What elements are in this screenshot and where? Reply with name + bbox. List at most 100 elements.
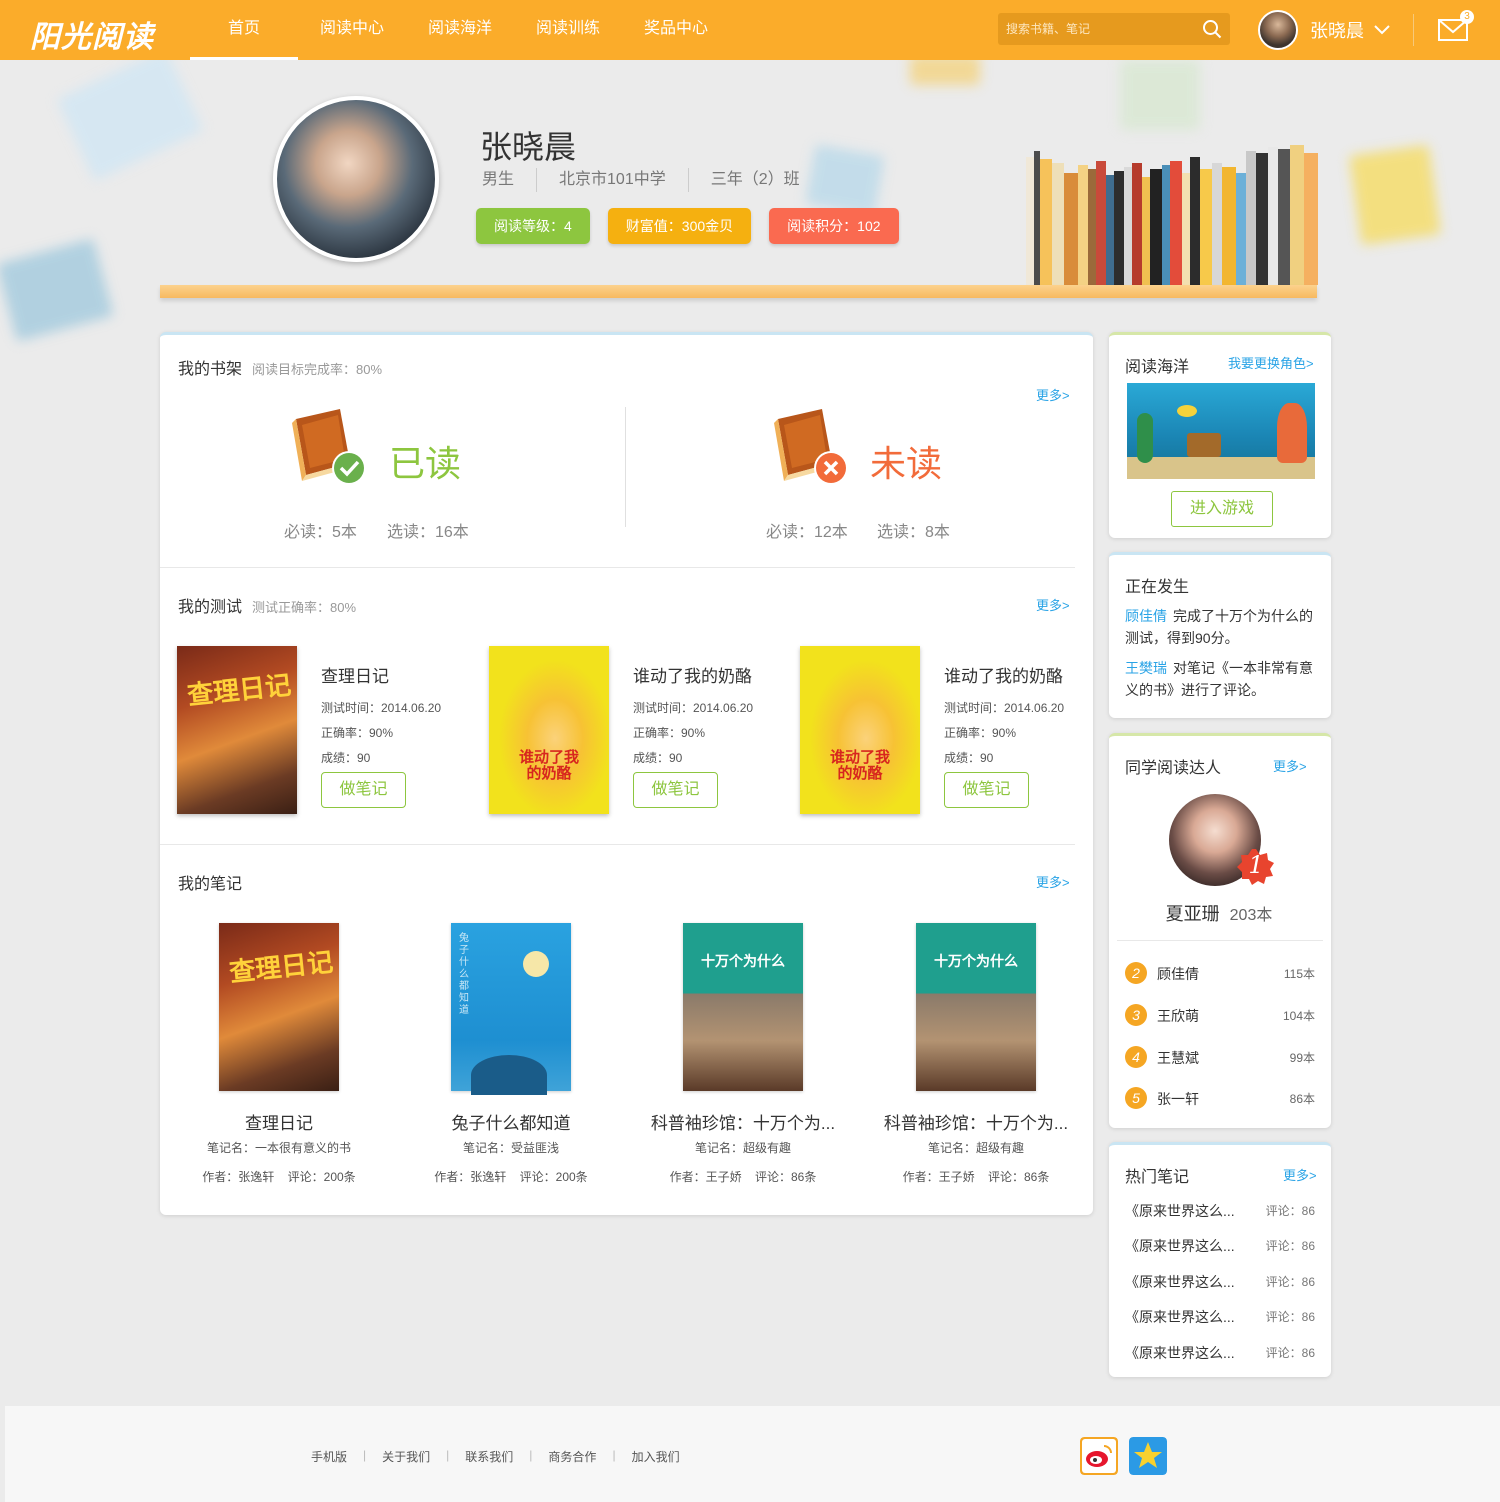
enter-game-button[interactable]: 进入游戏	[1171, 491, 1273, 527]
reader-count: 86本	[1289, 1092, 1315, 1106]
hot-notes-more-link[interactable]: 更多>	[1283, 1165, 1317, 1184]
book-cover-image[interactable]: 十万个为什么	[683, 923, 803, 1091]
nav-item-prize-center[interactable]: 奖品中心	[622, 0, 730, 60]
background-book	[1349, 144, 1441, 246]
footer-link-join[interactable]: 加入我们	[624, 1448, 688, 1465]
test-book-title[interactable]: 查理日记	[321, 662, 389, 687]
hot-notes-title: 热门笔记	[1125, 1169, 1190, 1186]
footer-link-contact[interactable]: 联系我们	[457, 1448, 521, 1465]
cover-title-text: 谁动了我的奶酪	[829, 749, 890, 782]
profile-avatar	[273, 96, 439, 262]
wealth-badge: 财富值：300金贝	[607, 208, 752, 244]
book-cover-image[interactable]: 谁动了我的奶酪	[489, 646, 609, 814]
search-icon[interactable]	[1202, 19, 1222, 39]
unread-required-count: 必读：12本	[766, 524, 848, 541]
qzone-icon[interactable]	[1129, 1437, 1167, 1475]
test-score: 成绩：90	[321, 751, 371, 765]
chevron-down-icon[interactable]	[1374, 25, 1390, 35]
test-book-title[interactable]: 谁动了我的奶酪	[633, 662, 752, 687]
reader-rank-row[interactable]: 2 顾佳倩 115本	[1125, 962, 1315, 988]
hot-note-row[interactable]: 《原来世界这么... 评论：86	[1125, 1272, 1315, 1292]
note-meta: 作者：张逸轩 评论：200条	[169, 1168, 389, 1185]
bookshelf-more-link[interactable]: 更多>	[1036, 385, 1070, 404]
nav-item-reading-training[interactable]: 阅读训练	[514, 0, 622, 60]
hot-note-row[interactable]: 《原来世界这么... 评论：86	[1125, 1307, 1315, 1327]
note-item: 十万个为什么 科普袖珍馆：十万个为... 笔记名：超级有趣 作者：王子娇 评论：…	[866, 923, 1086, 1193]
reader-count: 99本	[1289, 1051, 1315, 1065]
tests-more-link[interactable]: 更多>	[1036, 595, 1070, 614]
feed-user-link[interactable]: 王樊瑞	[1125, 660, 1167, 676]
feed-user-link[interactable]: 顾佳倩	[1125, 608, 1167, 624]
book-cover-image[interactable]: 十万个为什么	[916, 923, 1036, 1091]
hot-notes-card: 热门笔记 更多> 《原来世界这么... 评论：86 《原来世界这么... 评论：86…	[1109, 1142, 1331, 1377]
reader-name: 顾佳倩	[1157, 966, 1199, 982]
hot-note-row[interactable]: 《原来世界这么... 评论：86	[1125, 1343, 1315, 1363]
avatar[interactable]	[1258, 10, 1298, 50]
test-accuracy: 正确率：90%	[321, 726, 394, 740]
unread-optional-count: 选读：8本	[877, 524, 950, 541]
test-book-title[interactable]: 谁动了我的奶酪	[944, 662, 1063, 687]
reader-rank-row[interactable]: 3 王欣萌 104本	[1125, 1004, 1315, 1030]
ocean-game-image[interactable]	[1127, 383, 1315, 479]
book-read-icon[interactable]	[288, 405, 370, 489]
notes-more-link[interactable]: 更多>	[1036, 872, 1070, 891]
take-note-button[interactable]: 做笔记	[944, 772, 1029, 808]
book-cover-image[interactable]: 查理日记	[177, 646, 297, 814]
note-book-title[interactable]: 科普袖珍馆：十万个为...	[633, 1109, 853, 1134]
note-meta: 作者：王子娇 评论：86条	[633, 1168, 853, 1185]
book-cover-image[interactable]: 谁动了我的奶酪	[800, 646, 920, 814]
read-required-count: 必读：5本	[284, 524, 357, 541]
mail-count-badge: 3	[1460, 10, 1474, 24]
change-role-link[interactable]: 我要更换角色>	[1228, 353, 1314, 372]
weibo-icon[interactable]	[1080, 1437, 1118, 1475]
take-note-button[interactable]: 做笔记	[633, 772, 718, 808]
background-book	[0, 238, 114, 342]
note-book-title[interactable]: 科普袖珍馆：十万个为...	[866, 1109, 1086, 1134]
reader-count: 115本	[1283, 967, 1315, 981]
profile-badges: 阅读等级：4 财富值：300金贝 阅读积分：102	[476, 208, 917, 244]
footer-link-mobile[interactable]: 手机版	[303, 1448, 355, 1465]
profile-name: 张晓晨	[480, 129, 577, 165]
logo[interactable]: 阳光阅读	[30, 12, 154, 56]
profile-gender: 男生	[482, 171, 515, 188]
test-score: 成绩：90	[633, 751, 683, 765]
hot-note-row[interactable]: 《原来世界这么... 评论：86	[1125, 1201, 1315, 1221]
top-reader-name: 夏亚珊 203本	[1109, 900, 1329, 926]
bookshelf-board	[160, 285, 1317, 298]
top-navigation-bar: 阳光阅读 首页 阅读中心 阅读海洋 阅读训练 奖品中心 张晓晨 3	[0, 0, 1500, 60]
footer-link-business[interactable]: 商务合作	[540, 1448, 604, 1465]
test-time: 测试时间：2014.06.20	[944, 701, 1065, 715]
rank-number: 2	[1125, 962, 1147, 984]
divider	[1117, 940, 1323, 941]
reader-name: 张一轩	[1157, 1091, 1199, 1107]
feed-item: 王樊瑞 对笔记《一本非常有意义的书》进行了评论。	[1125, 657, 1321, 701]
book-cover-image[interactable]: 查理日记	[219, 923, 339, 1091]
profile-class: 三年（2）班	[687, 168, 822, 192]
user-menu[interactable]: 张晓晨	[1258, 10, 1390, 50]
note-comments: 评论：86条	[988, 1170, 1050, 1184]
reader-rank-row[interactable]: 5 张一轩 86本	[1125, 1087, 1315, 1113]
footer: 手机版 | 关于我们 | 联系我们 | 商务合作 | 加入我们	[5, 1406, 1500, 1502]
profile-info: 男生 北京市101中学 三年（2）班	[482, 168, 822, 192]
search-box	[998, 13, 1230, 45]
book-unread-icon[interactable]	[770, 405, 852, 489]
note-item: 查理日记 查理日记 笔记名：一本很有意义的书 作者：张逸轩 评论：200条	[169, 923, 389, 1193]
note-book-title[interactable]: 查理日记	[169, 1109, 389, 1134]
take-note-button[interactable]: 做笔记	[321, 772, 406, 808]
top-reader-count: 203本	[1229, 907, 1273, 924]
top-reader-name-text[interactable]: 夏亚珊	[1166, 904, 1220, 924]
reader-rank-row[interactable]: 4 王慧斌 99本	[1125, 1046, 1315, 1072]
note-book-title[interactable]: 兔子什么都知道	[401, 1109, 621, 1134]
nav-item-reading-ocean[interactable]: 阅读海洋	[406, 0, 514, 60]
top-readers-more-link[interactable]: 更多>	[1273, 756, 1307, 775]
book-cover-image[interactable]: 兔子什么都知道	[451, 923, 571, 1095]
user-name[interactable]: 张晓晨	[1310, 17, 1364, 43]
search-input[interactable]	[998, 13, 1194, 45]
hot-note-comments: 评论：86	[1265, 1310, 1315, 1324]
hot-note-row[interactable]: 《原来世界这么... 评论：86	[1125, 1236, 1315, 1256]
nav-item-reading-center[interactable]: 阅读中心	[298, 0, 406, 60]
nav-item-home[interactable]: 首页	[190, 0, 298, 60]
tests-section-title: 我的测试 测试正确率：80%	[178, 593, 356, 617]
footer-link-about[interactable]: 关于我们	[374, 1448, 438, 1465]
hot-note-title: 《原来世界这么...	[1125, 1345, 1235, 1361]
